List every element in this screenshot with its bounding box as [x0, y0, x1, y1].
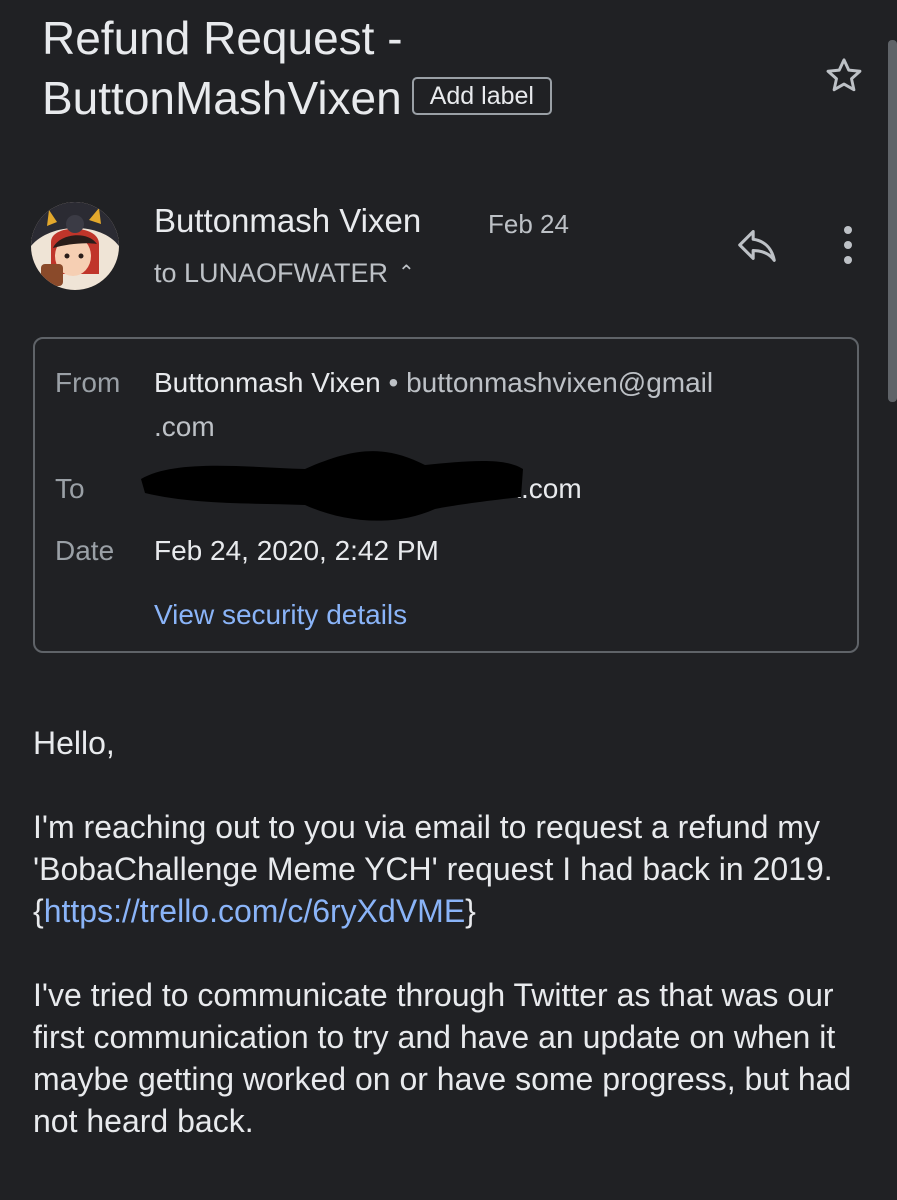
avatar-image — [31, 202, 119, 290]
email-body: Hello, I'm reaching out to you via email… — [33, 722, 873, 1184]
recipient-text: to LUNAOFWATER — [154, 258, 389, 288]
to-label: To — [55, 473, 85, 504]
date-value: Feb 24, 2020, 2:42 PM — [154, 535, 439, 566]
brace-open: { — [33, 893, 44, 929]
redaction-scribble — [141, 451, 523, 521]
from-email-domain: .com — [154, 411, 215, 442]
body-paragraph-2: I've tried to communicate through Twitte… — [33, 977, 852, 1139]
sender-name: Buttonmash Vixen — [154, 202, 422, 239]
star-outline-icon[interactable] — [822, 54, 866, 98]
subject-line-1: Refund Request - — [42, 12, 403, 64]
body-paragraph-1: I'm reaching out to you via email to req… — [33, 806, 873, 932]
brace-close: } — [465, 893, 476, 929]
message-details-panel: From Buttonmash Vixen • buttonmashvixen@… — [33, 337, 859, 653]
add-label-button[interactable]: Add label — [411, 76, 552, 115]
trello-link[interactable]: https://trello.com/c/6ryXdVME — [44, 893, 465, 929]
chevron-up-icon: ⌃ — [398, 262, 415, 284]
to-value: k.com — [507, 473, 582, 504]
subject-line-2: ButtonMashVixen — [42, 72, 402, 124]
more-vert-icon[interactable] — [836, 224, 860, 266]
date-label: Date — [55, 535, 115, 566]
view-security-details-link[interactable]: View security details — [154, 593, 844, 637]
sender-date: Feb 24 — [488, 209, 569, 239]
reply-icon[interactable] — [734, 222, 780, 268]
dot-separator: • — [388, 367, 407, 398]
from-label: From — [55, 367, 121, 398]
paragraph-1-text: I'm reaching out to you via email to req… — [33, 809, 833, 887]
from-value: Buttonmash Vixen • buttonmashvixen@gmail… — [154, 361, 844, 449]
email-subject: Refund Request - ButtonMashVixen Add label — [42, 8, 802, 128]
from-email[interactable]: buttonmashvixen@gmail — [406, 367, 713, 398]
recipient-toggle[interactable]: to LUNAOFWATER ⌃ — [154, 258, 415, 289]
from-name: Buttonmash Vixen — [154, 367, 381, 398]
sender-avatar[interactable] — [31, 202, 119, 290]
scrollbar[interactable] — [888, 40, 897, 402]
greeting: Hello, — [33, 725, 115, 761]
